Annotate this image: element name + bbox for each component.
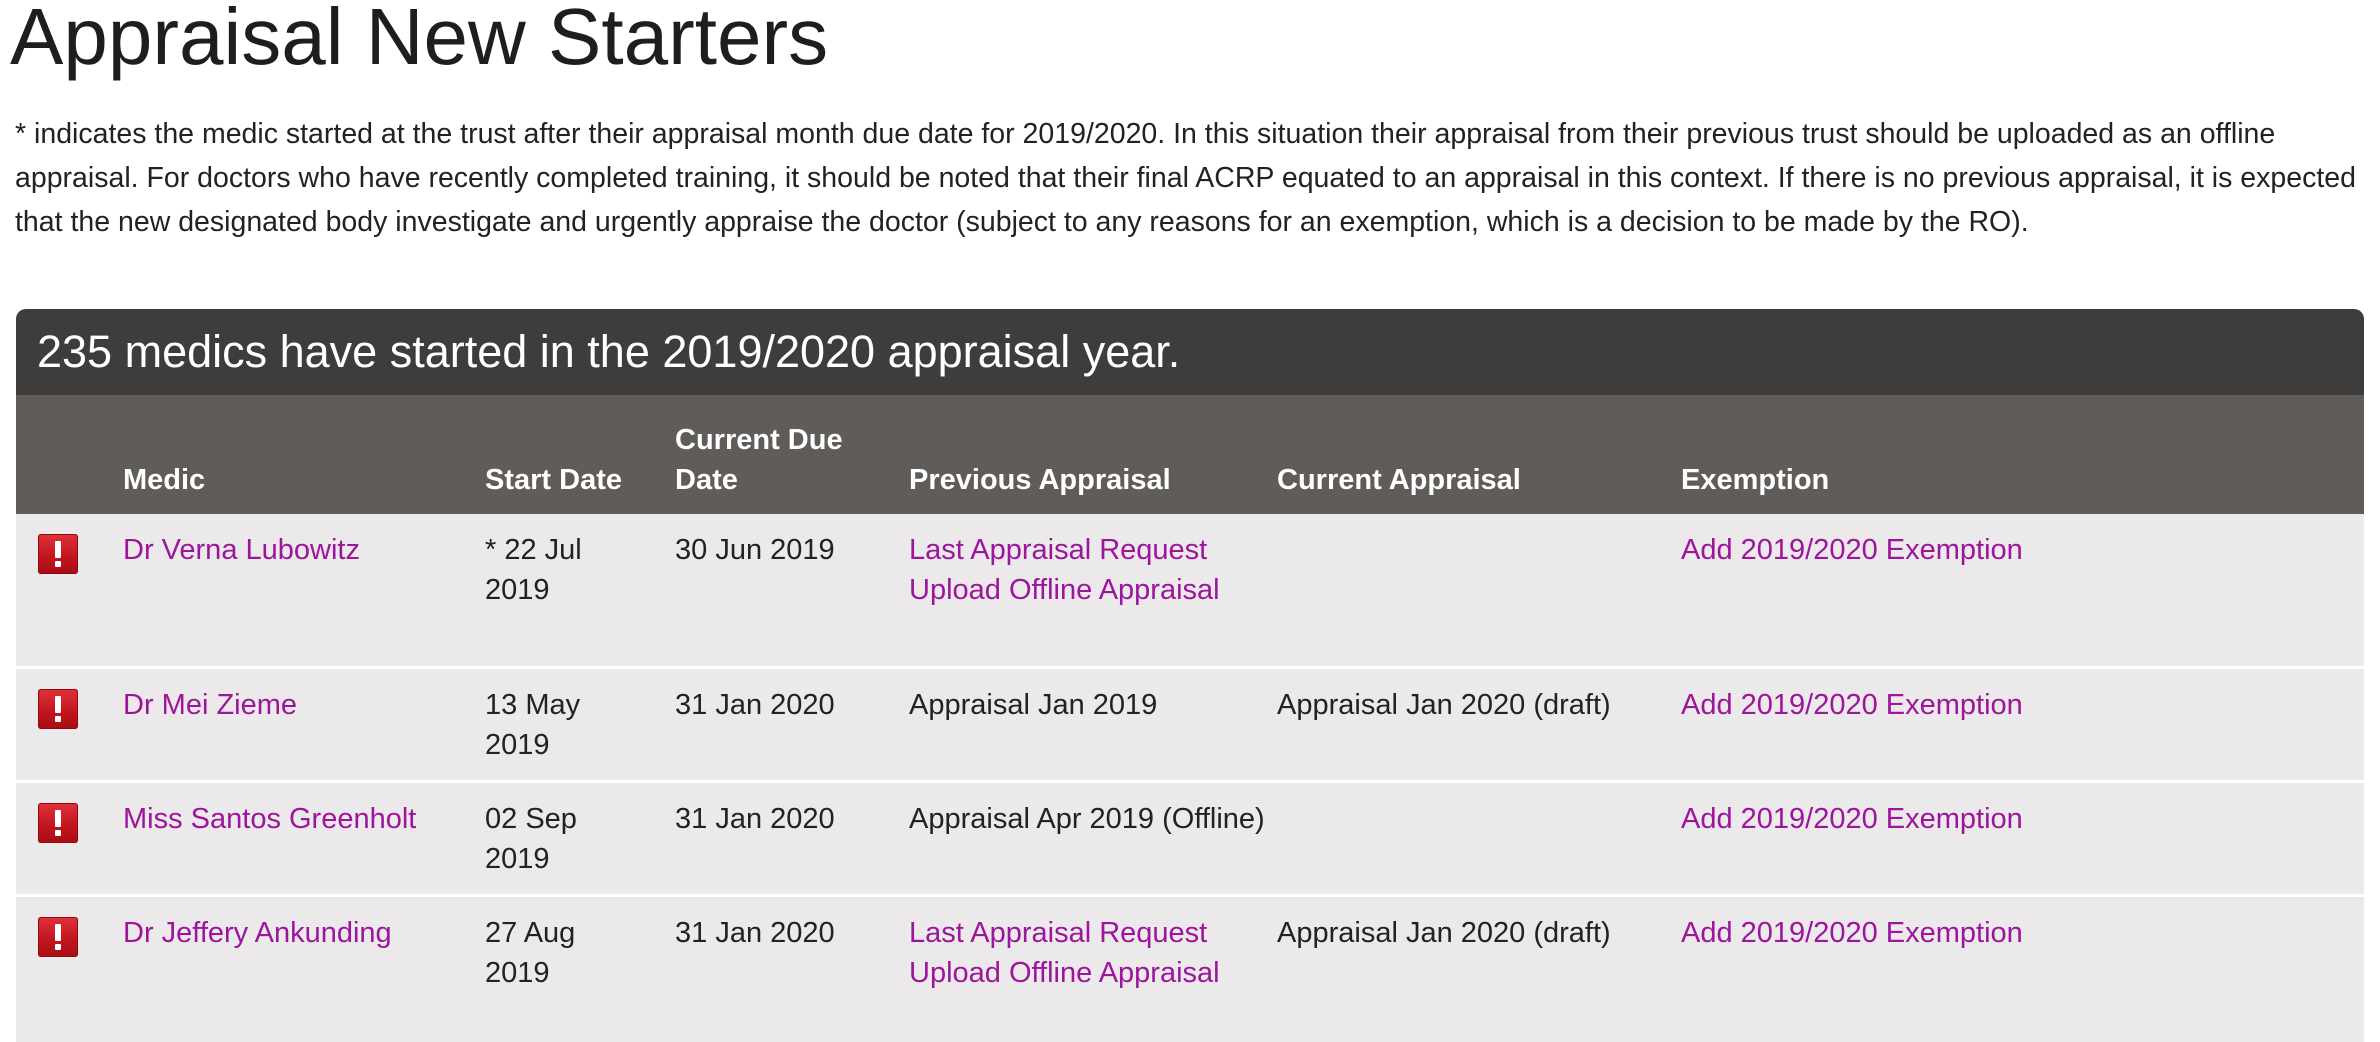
medic-cell: Dr Mei Zieme [123,667,485,781]
start-date-line2: 2019 [485,728,550,761]
previous-appraisal-cell: Last Appraisal Request Upload Offline Ap… [909,895,1277,1042]
current-appraisal-cell: Appraisal Jan 2020 (draft) [1277,916,1611,949]
column-header-current-due-date: Current Due Date [675,395,909,514]
row-icon-cell [16,895,123,1042]
start-date-line1: 27 Aug [485,916,576,949]
column-header-current-due-line2: Date [675,464,738,496]
panel-heading: 235 medics have started in the 2019/2020… [16,309,2364,395]
row-icon-cell [16,667,123,781]
start-date-cell: 02 Sep 2019 [485,781,675,895]
column-header-medic: Medic [123,464,206,496]
add-exemption-link[interactable]: Add 2019/2020 Exemption [1681,799,2364,839]
start-date-cell: * 22 Jul 2019 [485,514,675,667]
row-icon-cell [16,514,123,667]
exemption-cell: Add 2019/2020 Exemption [1681,514,2364,667]
last-appraisal-request-link[interactable]: Last Appraisal Request [909,913,1277,953]
page-title: Appraisal New Starters [10,0,829,81]
current-appraisal-cell [1277,781,1681,895]
medic-link[interactable]: Miss Santos Greenholt [123,799,485,839]
new-starters-table: Medic Start Date Current Due Date Previo… [16,395,2364,1042]
table-row: Dr Jeffery Ankunding 27 Aug 2019 31 Jan … [16,895,2364,1042]
previous-appraisal-cell: Appraisal Jan 2019 [909,688,1158,721]
table-row: Miss Santos Greenholt 02 Sep 2019 31 Jan… [16,781,2364,895]
due-date-cell: 31 Jan 2020 [675,688,835,721]
exemption-cell: Add 2019/2020 Exemption [1681,895,2364,1042]
start-date-line2: 2019 [485,842,550,875]
medic-link[interactable]: Dr Jeffery Ankunding [123,913,485,953]
table-row: Dr Verna Lubowitz * 22 Jul 2019 30 Jun 2… [16,514,2364,667]
add-exemption-link[interactable]: Add 2019/2020 Exemption [1681,913,2364,953]
medic-cell: Dr Verna Lubowitz [123,514,485,667]
new-starters-panel: 235 medics have started in the 2019/2020… [16,309,2364,1042]
table-header-row: Medic Start Date Current Due Date Previo… [16,395,2364,514]
last-appraisal-request-link[interactable]: Last Appraisal Request [909,530,1277,570]
due-date-cell: 31 Jan 2020 [675,916,835,949]
add-exemption-link[interactable]: Add 2019/2020 Exemption [1681,685,2364,725]
exemption-cell: Add 2019/2020 Exemption [1681,667,2364,781]
table-row: Dr Mei Zieme 13 May 2019 31 Jan 2020 App… [16,667,2364,781]
column-header-exemption: Exemption [1681,464,1830,496]
start-date-line2: 2019 [485,574,550,606]
alert-icon [38,688,78,729]
current-appraisal-cell [1277,514,1681,667]
medic-cell: Dr Jeffery Ankunding [123,895,485,1042]
column-header-start-date: Start Date [485,464,622,496]
medic-cell: Miss Santos Greenholt [123,781,485,895]
intro-text: * indicates the medic started at the tru… [15,118,2356,238]
alert-icon [38,916,78,957]
current-appraisal-cell: Appraisal Jan 2020 (draft) [1277,688,1611,721]
alert-icon [38,534,78,574]
alert-icon [38,802,78,843]
medic-link[interactable]: Dr Verna Lubowitz [123,530,485,570]
previous-appraisal-cell: Last Appraisal Request Upload Offline Ap… [909,514,1277,667]
due-date-cell: 31 Jan 2020 [675,802,835,835]
start-date-line1: * 22 Jul [485,534,582,566]
medic-link[interactable]: Dr Mei Zieme [123,685,485,725]
start-date-cell: 27 Aug 2019 [485,895,675,1042]
previous-appraisal-cell: Appraisal Apr 2019 (Offline) [909,802,1265,835]
upload-offline-appraisal-link[interactable]: Upload Offline Appraisal [909,570,1277,610]
start-date-line1: 02 Sep [485,802,577,835]
upload-offline-appraisal-link[interactable]: Upload Offline Appraisal [909,953,1277,993]
due-date-cell: 30 Jun 2019 [675,534,835,566]
row-icon-cell [16,781,123,895]
column-header-current-due-line1: Current Due [675,424,843,456]
column-header-icon [16,395,123,514]
start-date-cell: 13 May 2019 [485,667,675,781]
column-header-previous-appraisal: Previous Appraisal [909,464,1171,496]
add-exemption-link[interactable]: Add 2019/2020 Exemption [1681,530,2364,570]
exemption-cell: Add 2019/2020 Exemption [1681,781,2364,895]
start-date-line1: 13 May [485,688,581,721]
column-header-current-appraisal: Current Appraisal [1277,464,1521,496]
start-date-line2: 2019 [485,956,550,989]
